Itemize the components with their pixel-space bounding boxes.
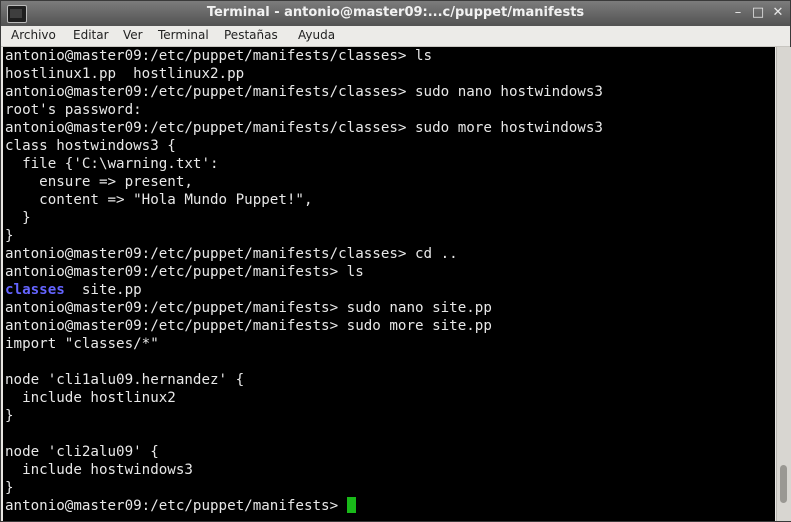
terminal-line: class hostwindows3 {	[5, 138, 176, 154]
text-cursor	[346, 497, 356, 513]
menu-terminal[interactable]: Terminal	[158, 28, 209, 42]
scrollbar-thumb[interactable]	[780, 465, 787, 503]
minimize-icon[interactable]: –	[729, 4, 747, 22]
close-icon[interactable]: ✕	[769, 4, 787, 22]
terminal-line: ensure => present,	[5, 174, 193, 190]
terminal-line: include hostlinux2	[5, 390, 176, 406]
terminal-line: root's password:	[5, 102, 142, 118]
menu-pestanas[interactable]: Pestañas	[224, 28, 278, 42]
window-title: Terminal - antonio@master09:...c/puppet/…	[206, 5, 585, 20]
maximize-icon[interactable]: □	[749, 4, 767, 22]
file-name: site.pp	[64, 282, 142, 298]
ls-output-line: classes site.pp	[5, 281, 142, 299]
terminal-line: node 'cli2alu09' {	[5, 444, 159, 460]
terminal-line: antonio@master09:/etc/puppet/manifests/c…	[5, 48, 433, 64]
terminal-line: content => "Hola Mundo Puppet!",	[5, 192, 313, 208]
terminal-line: antonio@master09:/etc/puppet/manifests/c…	[5, 120, 603, 136]
prompt-line[interactable]: antonio@master09:/etc/puppet/manifests>	[5, 497, 356, 515]
terminal-line: node 'cli1alu09.hernandez' {	[5, 372, 245, 388]
terminal-line: antonio@master09:/etc/puppet/manifests> …	[5, 264, 364, 280]
terminal-line: }	[5, 480, 14, 496]
terminal-line: hostlinux1.pp hostlinux2.pp	[5, 66, 245, 82]
terminal-line: }	[5, 210, 31, 226]
terminal-line: }	[5, 228, 14, 244]
terminal-line: }	[5, 408, 14, 424]
scrollbar[interactable]	[776, 47, 791, 521]
terminal-line: import "classes/*"	[5, 336, 159, 352]
terminal-line: include hostwindows3	[5, 462, 193, 478]
directory-name: classes	[5, 282, 65, 298]
menu-editar[interactable]: Editar	[73, 28, 109, 42]
terminal-output[interactable]: antonio@master09:/etc/puppet/manifests/c…	[3, 47, 775, 521]
shell-prompt: antonio@master09:/etc/puppet/manifests>	[5, 498, 347, 514]
menu-bar: Archivo Editar Ver Terminal Pestañas Ayu…	[1, 26, 790, 47]
terminal-line: antonio@master09:/etc/puppet/manifests> …	[5, 318, 492, 334]
terminal-line: antonio@master09:/etc/puppet/manifests/c…	[5, 84, 603, 100]
terminal-line: file {'C:\warning.txt':	[5, 156, 219, 172]
menu-archivo[interactable]: Archivo	[11, 28, 56, 42]
terminal-line: antonio@master09:/etc/puppet/manifests> …	[5, 300, 492, 316]
title-bar[interactable]: Terminal - antonio@master09:...c/puppet/…	[1, 1, 790, 26]
terminal-line: antonio@master09:/etc/puppet/manifests/c…	[5, 246, 458, 262]
menu-ver[interactable]: Ver	[123, 28, 143, 42]
terminal-window: Terminal - antonio@master09:...c/puppet/…	[0, 0, 791, 522]
menu-ayuda[interactable]: Ayuda	[298, 28, 335, 42]
